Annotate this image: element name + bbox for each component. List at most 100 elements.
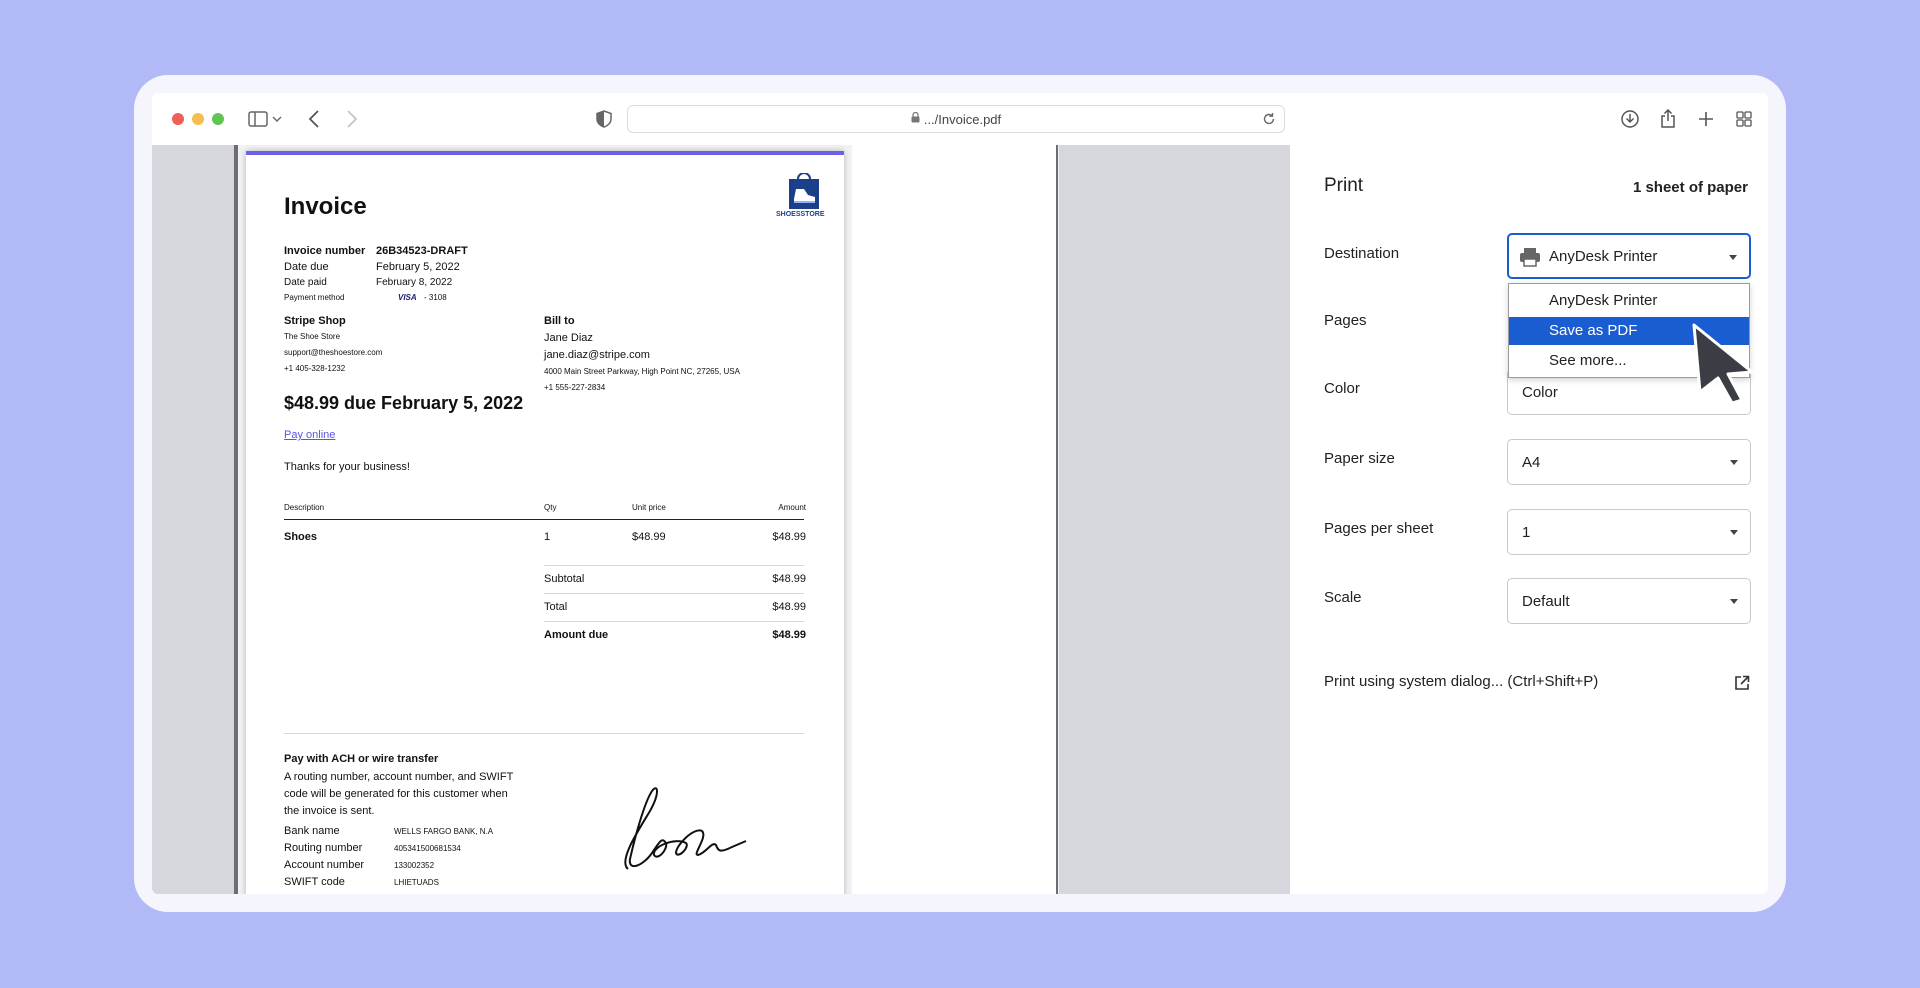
thanks-text: Thanks for your business! [284, 461, 410, 473]
pages-per-sheet-label: Pages per sheet [1324, 520, 1434, 537]
total-value: $48.99 [772, 601, 806, 613]
routing-label: Routing number [284, 842, 363, 854]
table-cell-qty: 1 [544, 531, 551, 543]
table-header-rule [284, 519, 804, 520]
ach-line-2: code will be generated for this customer… [284, 788, 508, 800]
reload-icon[interactable] [1262, 112, 1276, 131]
bill-to-address: 4000 Main Street Parkway, High Point NC,… [544, 367, 740, 376]
seller-heading: Stripe Shop [284, 315, 346, 327]
tab-overview-icon[interactable] [1732, 107, 1756, 131]
subtotal-value: $48.99 [772, 573, 806, 585]
visa-logo: VISA [398, 293, 417, 302]
url-text: .../Invoice.pdf [923, 111, 1002, 127]
swift-code: LHIETUADS [394, 878, 439, 887]
destination-select[interactable]: AnyDesk Printer [1507, 233, 1751, 279]
store-logo: SHOESSTORE [776, 172, 830, 225]
paper-size-select[interactable]: A4 [1507, 439, 1751, 485]
sheet-count: 1 sheet of paper [1632, 179, 1748, 196]
bill-to-name: Jane Diaz [544, 332, 593, 344]
amount-due-value: $48.99 [772, 629, 806, 641]
new-tab-icon[interactable] [1694, 107, 1718, 131]
date-paid: February 8, 2022 [376, 277, 453, 288]
pages-label: Pages [1324, 312, 1367, 329]
seller-name: The Shoe Store [284, 332, 341, 341]
table-header-description: Description [284, 503, 325, 512]
invoice-number: 26B34523-DRAFT [376, 245, 468, 257]
logo-text: SHOESSTORE [776, 211, 825, 218]
table-header-unit-price: Unit price [632, 503, 666, 512]
open-external-icon[interactable] [1734, 675, 1750, 691]
chevron-down-icon [1729, 255, 1737, 260]
print-title: Print [1324, 175, 1364, 196]
seller-phone: +1 405-328-1232 [284, 364, 346, 373]
destination-label: Destination [1324, 245, 1400, 262]
subtotal-label: Subtotal [544, 573, 585, 585]
date-paid-label: Date paid [284, 277, 327, 288]
invoice-number-label: Invoice number [284, 245, 366, 257]
destination-value: AnyDesk Printer [1549, 248, 1658, 265]
subtotal-rule [544, 565, 804, 566]
shield-icon[interactable] [592, 107, 616, 131]
table-cell-description: Shoes [284, 531, 318, 543]
bill-to-phone: +1 555-227-2834 [544, 383, 606, 392]
payment-method-label: Payment method [284, 293, 345, 302]
mouse-cursor-icon [1692, 323, 1754, 404]
system-dialog-link[interactable]: Print using system dialog... (Ctrl+Shift… [1324, 673, 1598, 690]
printer-icon [1520, 248, 1540, 267]
dropdown-option-anydesk[interactable]: AnyDesk Printer [1509, 287, 1749, 315]
ach-line-3: the invoice is sent. [284, 805, 375, 817]
bank-name-label: Bank name [284, 825, 340, 837]
table-header-amount: Amount [778, 503, 806, 512]
account-label: Account number [284, 859, 365, 871]
card-last4: - 3108 [424, 293, 447, 302]
preview-edge [234, 145, 238, 894]
amount-due-headline: $48.99 due February 5, 2022 [284, 393, 524, 413]
swift-label: SWIFT code [284, 876, 345, 888]
print-panel: Print 1 sheet of paper Destination AnyDe… [1290, 145, 1768, 894]
second-page-preview [852, 145, 1058, 894]
minimize-window-button[interactable] [192, 113, 204, 125]
table-cell-unit-price: $48.99 [632, 531, 666, 543]
amount-due-rule [544, 621, 804, 622]
color-value: Color [1522, 384, 1558, 401]
bill-to-email: jane.diaz@stripe.com [544, 349, 650, 361]
color-label: Color [1324, 380, 1360, 397]
forward-icon[interactable] [340, 107, 364, 131]
account-number: 133002352 [394, 861, 435, 870]
table-header-qty: Qty [544, 503, 557, 512]
date-due-label: Date due [284, 261, 329, 273]
ach-rule [284, 733, 804, 734]
address-bar[interactable]: .../Invoice.pdf [627, 105, 1285, 133]
total-label: Total [544, 601, 568, 613]
date-due: February 5, 2022 [376, 261, 460, 273]
pay-online-link[interactable]: Pay online [284, 429, 335, 441]
chevron-down-icon [1730, 460, 1738, 465]
scale-label: Scale [1324, 589, 1362, 606]
paper-size-value: A4 [1522, 454, 1541, 471]
total-rule [544, 593, 804, 594]
scale-value: Default [1522, 593, 1570, 610]
chevron-down-icon [1730, 599, 1738, 604]
signature [624, 787, 747, 870]
browser-toolbar: .../Invoice.pdf [152, 93, 1768, 145]
chevron-down-icon[interactable] [270, 107, 284, 131]
scale-select[interactable]: Default [1507, 578, 1751, 624]
invoice-page: Invoice SHOESSTORE Invoice number 26B345… [246, 151, 844, 894]
lock-icon [911, 110, 920, 128]
back-icon[interactable] [302, 107, 326, 131]
chevron-down-icon [1730, 530, 1738, 535]
download-icon[interactable] [1618, 107, 1642, 131]
sidebar-icon[interactable] [246, 107, 270, 131]
paper-size-label: Paper size [1324, 450, 1395, 467]
seller-email: support@theshoestore.com [284, 348, 383, 357]
browser-window: .../Invoice.pdf Invoice SHOESSTORE Invoi… [152, 93, 1768, 894]
share-icon[interactable] [1656, 107, 1680, 131]
close-window-button[interactable] [172, 113, 184, 125]
bank-name: WELLS FARGO BANK, N.A [394, 827, 494, 836]
ach-line-1: A routing number, account number, and SW… [284, 771, 514, 783]
routing-number: 405341500681534 [394, 844, 461, 853]
pages-per-sheet-value: 1 [1522, 524, 1531, 541]
zoom-window-button[interactable] [212, 113, 224, 125]
bill-to-heading: Bill to [544, 315, 575, 327]
pages-per-sheet-select[interactable]: 1 [1507, 509, 1751, 555]
